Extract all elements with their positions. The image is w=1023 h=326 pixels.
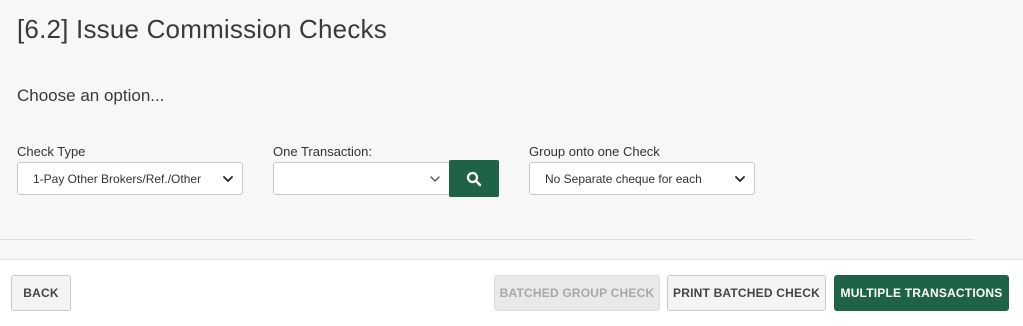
chevron-down-icon — [735, 175, 745, 182]
one-transaction-label: One Transaction: — [273, 144, 372, 159]
check-type-select[interactable]: 1-Pay Other Brokers/Ref./Other — [17, 162, 243, 195]
group-check-select[interactable]: No Separate cheque for each — [529, 162, 755, 195]
group-check-label: Group onto one Check — [529, 144, 660, 159]
search-button[interactable] — [449, 160, 499, 197]
chevron-down-icon — [223, 175, 233, 182]
check-type-value: 1-Pay Other Brokers/Ref./Other — [33, 171, 202, 186]
multiple-transactions-button[interactable]: MULTIPLE TRANSACTIONS — [834, 275, 1009, 311]
check-type-label: Check Type — [17, 144, 86, 159]
batched-group-check-button[interactable]: BATCHED GROUP CHECK — [494, 275, 660, 311]
group-check-value: No Separate cheque for each — [545, 171, 702, 186]
page-subtitle: Choose an option... — [17, 86, 165, 105]
print-batched-check-button[interactable]: PRINT BATCHED CHECK — [667, 275, 826, 311]
search-icon — [466, 171, 482, 186]
section-divider — [0, 239, 974, 240]
chevron-down-icon — [430, 175, 440, 182]
back-button[interactable]: BACK — [11, 275, 71, 311]
one-transaction-select[interactable] — [273, 162, 450, 195]
page-title: [6.2] Issue Commission Checks — [17, 14, 387, 44]
